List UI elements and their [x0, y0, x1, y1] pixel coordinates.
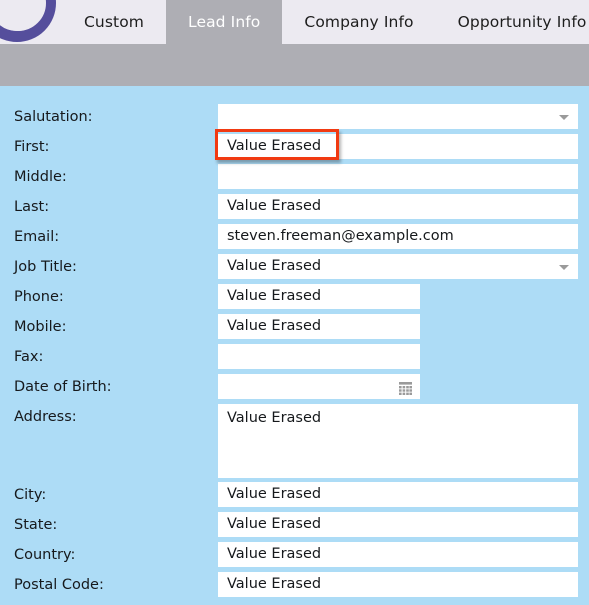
input-city[interactable]: Value Erased — [218, 482, 578, 507]
field-label: State: — [14, 517, 58, 533]
app-logo — [0, 0, 62, 44]
form-row: Date of Birth: — [0, 372, 589, 402]
tab-label: Company Info — [304, 13, 414, 31]
form-row: First: Value Erased — [0, 132, 589, 162]
form-row: Postal Code: Value Erased — [0, 570, 589, 600]
lead-info-form-page: Custom Lead Info Company Info Opportunity I… — [0, 0, 589, 605]
select-salutation[interactable] — [218, 104, 578, 129]
tab-bar: Custom Lead Info Company Info Opportunity I… — [0, 0, 589, 44]
circular-arc-logo-icon — [0, 0, 56, 42]
form-row: Last: Value Erased — [0, 192, 589, 222]
field-label: Last: — [14, 199, 50, 215]
form-row: City: Value Erased — [0, 480, 589, 510]
field-value: Value Erased — [227, 288, 322, 304]
tab-label: Lead Info — [187, 13, 261, 31]
tab-opportunity-info[interactable]: Opportunity Info — [436, 0, 589, 44]
tab-list: Custom Lead Info Company Info Opportunity I… — [62, 0, 589, 44]
field-value: Value Erased — [227, 516, 322, 532]
input-last[interactable]: Value Erased — [218, 194, 578, 219]
form-row: Middle: — [0, 162, 589, 192]
field-value: Value Erased — [227, 198, 322, 214]
circular-arc-logo-inner-icon — [0, 0, 46, 31]
tab-label: Opportunity Info — [457, 13, 587, 31]
input-mobile[interactable]: Value Erased — [218, 314, 420, 339]
form-row: Salutation: — [0, 102, 589, 132]
chevron-down-icon[interactable] — [559, 115, 569, 120]
textarea-address[interactable]: Value Erased — [218, 404, 578, 478]
lead-info-form: Salutation: First: Value Erased Middle: Last… — [0, 86, 589, 605]
field-label: Salutation: — [14, 109, 93, 125]
field-value: Value Erased — [227, 546, 322, 562]
form-row: Email: steven.freeman@example.com — [0, 222, 589, 252]
chevron-down-icon[interactable] — [559, 265, 569, 270]
field-value: steven.freeman@example.com — [227, 228, 454, 244]
field-label: Address: — [14, 409, 77, 425]
select-job-title[interactable]: Value Erased — [218, 254, 578, 279]
field-value: Value Erased — [227, 576, 322, 592]
tab-lead-info[interactable]: Lead Info — [165, 0, 283, 44]
tab-company-info[interactable]: Company Info — [282, 0, 435, 44]
input-first[interactable]: Value Erased — [218, 134, 578, 159]
field-label: Country: — [14, 547, 76, 563]
toolbar-band — [0, 44, 589, 86]
form-row: Country: Value Erased — [0, 540, 589, 570]
input-state[interactable]: Value Erased — [218, 512, 578, 537]
input-middle[interactable] — [218, 164, 578, 189]
field-label: Middle: — [14, 169, 67, 185]
input-date-of-birth[interactable] — [218, 374, 420, 399]
field-label: Job Title: — [14, 259, 77, 275]
field-value: Value Erased — [227, 318, 322, 334]
field-label: City: — [14, 487, 47, 503]
field-label: Mobile: — [14, 319, 67, 335]
form-row: Address: Value Erased — [0, 402, 589, 478]
form-row: Fax: — [0, 342, 589, 372]
field-value: Value Erased — [227, 410, 322, 426]
field-label: Date of Birth: — [14, 379, 112, 395]
field-label: First: — [14, 139, 50, 155]
input-country[interactable]: Value Erased — [218, 542, 578, 567]
field-label: Email: — [14, 229, 60, 245]
field-label: Phone: — [14, 289, 64, 305]
input-email[interactable]: steven.freeman@example.com — [218, 224, 578, 249]
field-value: Value Erased — [227, 486, 322, 502]
input-postal-code[interactable]: Value Erased — [218, 572, 578, 597]
tab-label: Custom — [84, 13, 144, 31]
form-row: Phone: Value Erased — [0, 282, 589, 312]
field-value: Value Erased — [227, 258, 322, 274]
input-fax[interactable] — [218, 344, 420, 369]
field-value: Value Erased — [227, 138, 322, 154]
form-row: Mobile: Value Erased — [0, 312, 589, 342]
tab-custom[interactable]: Custom — [62, 0, 166, 44]
form-row: Job Title: Value Erased — [0, 252, 589, 282]
field-label: Postal Code: — [14, 577, 104, 593]
input-phone[interactable]: Value Erased — [218, 284, 420, 309]
form-row: State: Value Erased — [0, 510, 589, 540]
field-label: Fax: — [14, 349, 44, 365]
calendar-icon[interactable] — [399, 380, 412, 395]
